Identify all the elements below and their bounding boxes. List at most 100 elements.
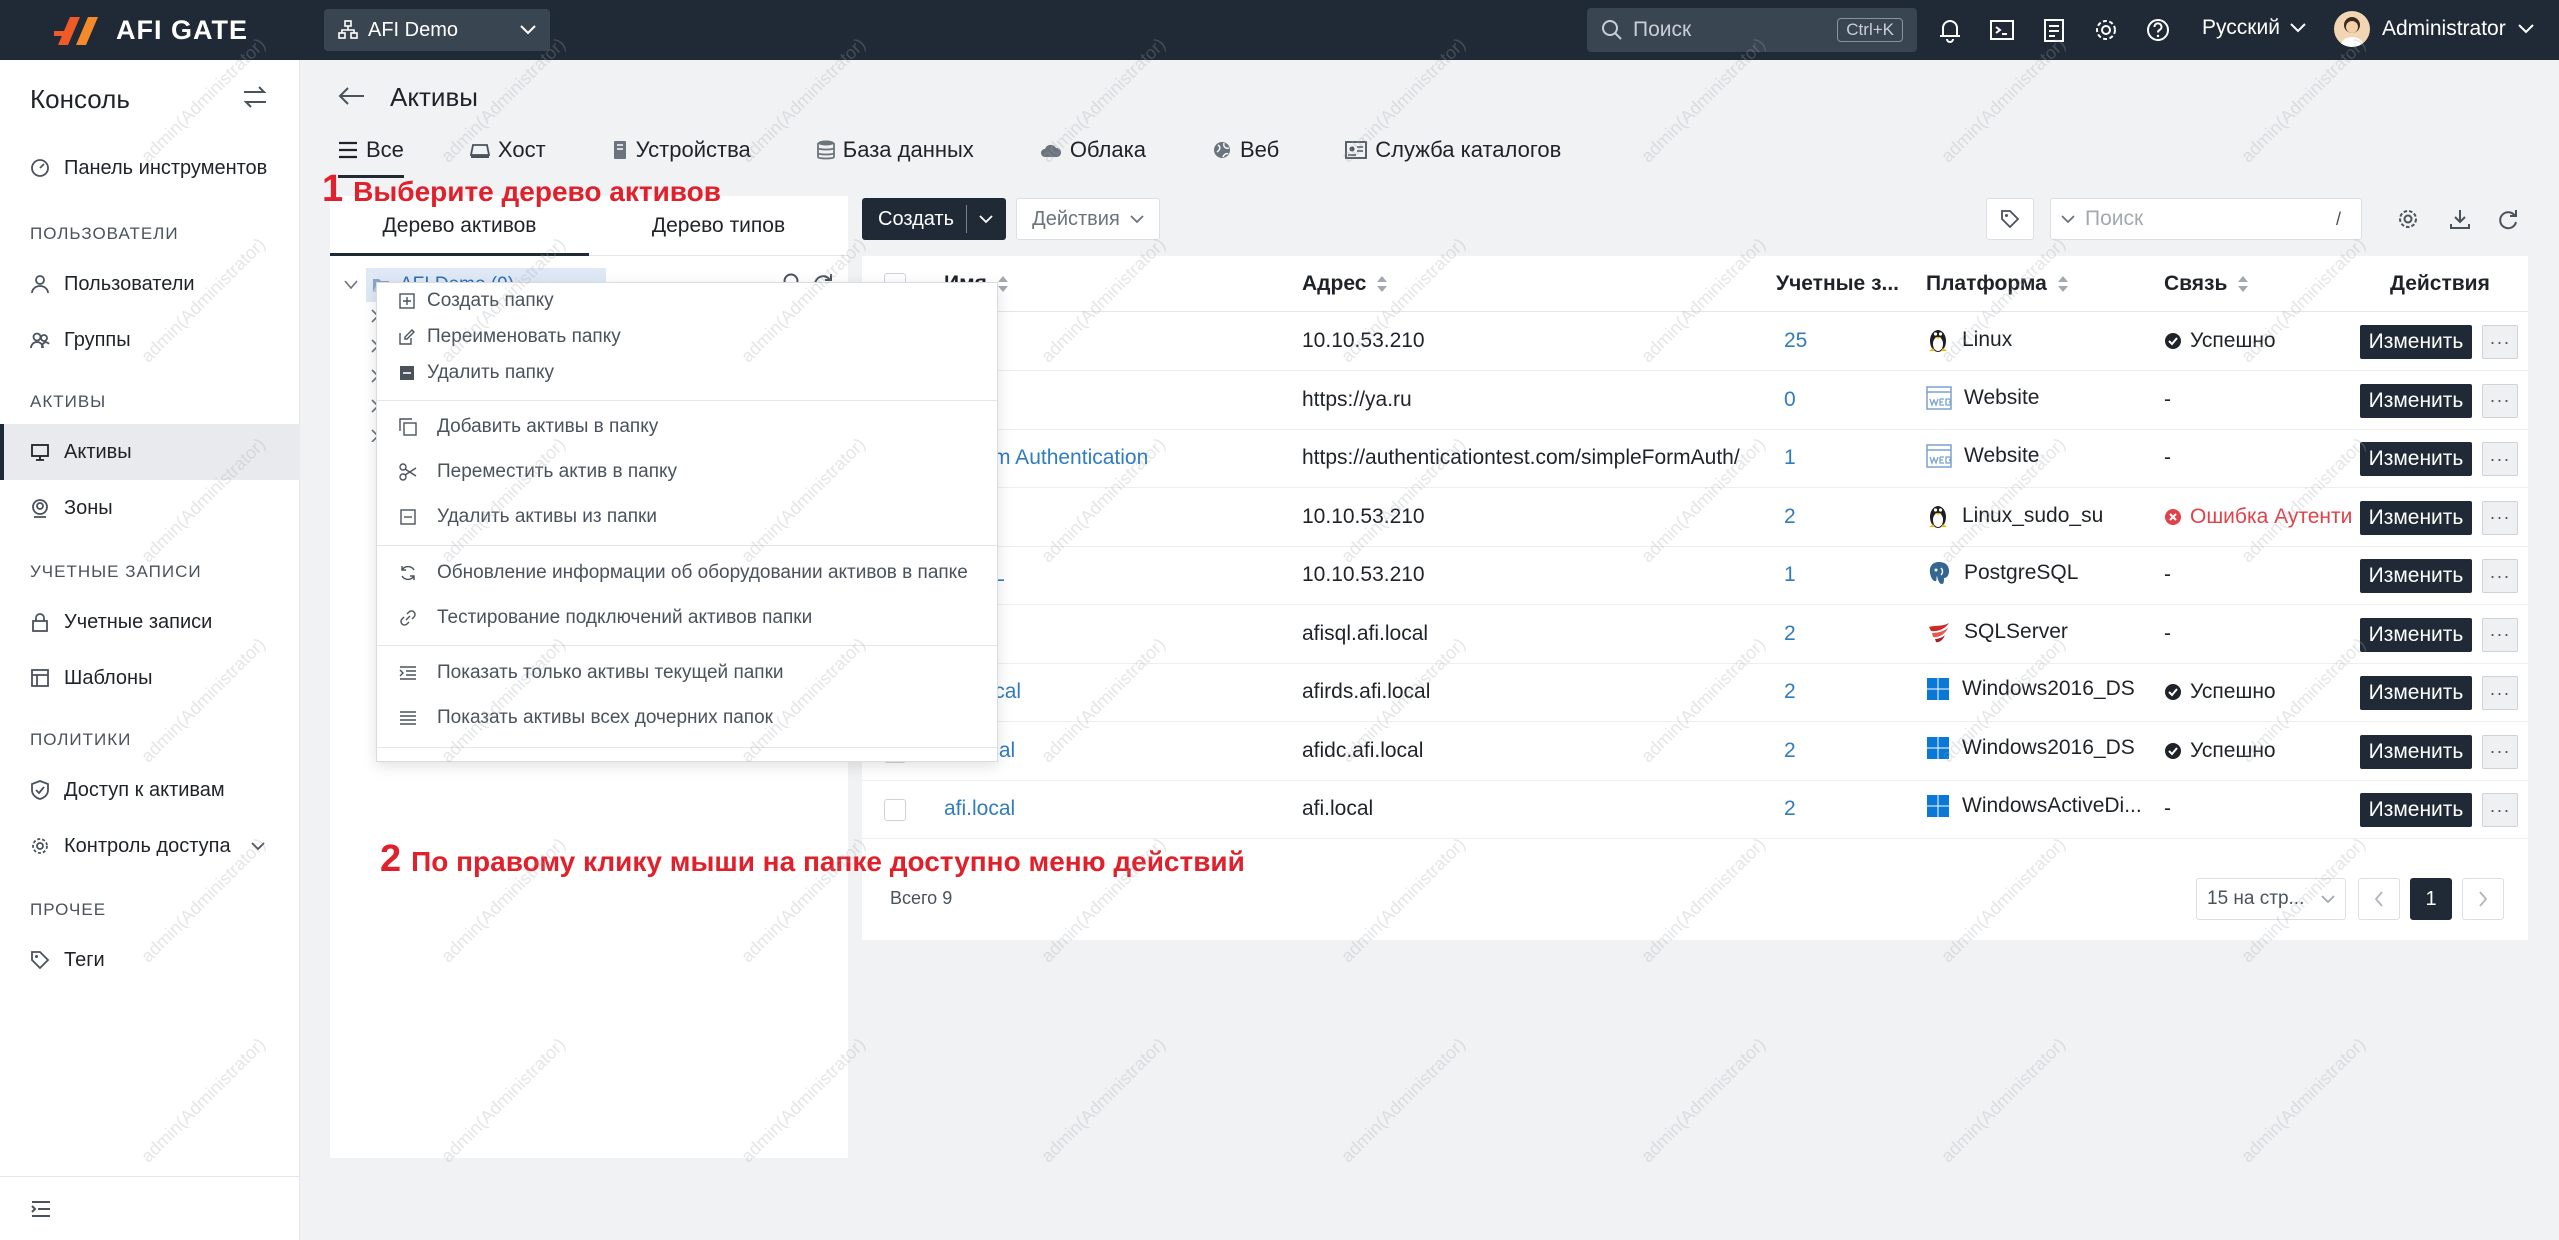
accounts-count-link[interactable]: 2: [1784, 622, 1796, 646]
edit-button[interactable]: Изменить: [2360, 617, 2472, 652]
more-actions-button[interactable]: ···: [2482, 734, 2518, 769]
user-menu[interactable]: Administrator: [2334, 11, 2534, 47]
tab-database[interactable]: База данных: [816, 128, 974, 172]
table-search-input[interactable]: Поиск /: [2050, 198, 2362, 240]
sidebar-item-accounts[interactable]: Учетные записи: [0, 594, 300, 650]
connectivity-cell: Успешно: [2164, 739, 2276, 763]
sidebar-item-users[interactable]: Пользователи: [0, 256, 300, 312]
more-actions-button[interactable]: ···: [2482, 676, 2518, 710]
accounts-count-link[interactable]: 1: [1784, 446, 1796, 470]
menu-item-refresh-hardware[interactable]: Обновление информации об оборудовании ак…: [377, 555, 997, 591]
edit-button[interactable]: Изменить: [2360, 500, 2472, 535]
global-search[interactable]: Поиск Ctrl+K: [1587, 8, 1917, 52]
accounts-count-link[interactable]: 2: [1784, 505, 1796, 529]
sidebar-item-access-control[interactable]: Контроль доступа: [0, 818, 300, 874]
next-page-button[interactable]: [2462, 878, 2504, 920]
download-icon[interactable]: [2448, 207, 2472, 231]
asset-name-link[interactable]: afi.local: [944, 797, 1015, 821]
column-header-connectivity[interactable]: Связь: [2164, 272, 2249, 296]
menu-item-remove-assets[interactable]: Удалить активы из папки: [377, 499, 997, 535]
tab-all[interactable]: Все: [338, 128, 404, 178]
org-selector[interactable]: AFI Demo: [324, 9, 550, 51]
menu-item-create-folder[interactable]: Создать папку: [377, 283, 997, 319]
page-size-select[interactable]: 15 на стр...: [2196, 878, 2346, 920]
accounts-count-link[interactable]: 2: [1784, 739, 1796, 763]
menu-item-label: Тестирование подключений активов папки: [437, 607, 813, 628]
table-row[interactable]: reSQL10.10.53.2101PostgreSQL-Изменить···: [862, 547, 2528, 605]
help-icon[interactable]: [2144, 16, 2172, 44]
table-row[interactable]: afi.localafidc.afi.local2Windows2016_DSУ…: [862, 723, 2528, 781]
accounts-count-link[interactable]: 2: [1784, 797, 1796, 821]
menu-item-add-assets[interactable]: Добавить активы в папку: [377, 409, 997, 445]
edit-button[interactable]: Изменить: [2360, 442, 2472, 476]
create-button[interactable]: Создать: [862, 198, 1006, 240]
accounts-count-link[interactable]: 25: [1784, 329, 1807, 353]
sidebar-item-templates[interactable]: Шаблоны: [0, 650, 300, 706]
row-checkbox[interactable]: [884, 799, 906, 821]
table-row[interactable]: bbit10.10.53.21025LinuxУспешноИзменить··…: [862, 313, 2528, 371]
collapse-menu-icon[interactable]: [30, 1199, 52, 1219]
table-row[interactable]: .afi.localafirds.afi.local2Windows2016_D…: [862, 664, 2528, 722]
menu-item-move-asset[interactable]: Переместить актив в папку: [377, 454, 997, 490]
page-button-current[interactable]: 1: [2410, 878, 2452, 920]
more-actions-button[interactable]: ···: [2482, 617, 2518, 652]
prev-page-button[interactable]: [2358, 878, 2400, 920]
language-selector[interactable]: Русский: [2202, 16, 2306, 40]
tab-cloud[interactable]: Облака: [1040, 128, 1146, 172]
edit-button[interactable]: Изменить: [2360, 676, 2472, 710]
app-logo[interactable]: AFI GATE: [54, 11, 248, 49]
tab-directory-service[interactable]: Служба каталогов: [1345, 128, 1561, 172]
edit-button[interactable]: Изменить: [2360, 734, 2472, 769]
table-row[interactable]: erverafisql.afi.local2SQLServer-Изменить…: [862, 606, 2528, 664]
linux-icon: [1926, 502, 1950, 530]
table-row[interactable]: t_su10.10.53.2102Linux_sudo_suОшибка Аут…: [862, 489, 2528, 547]
terminal-icon[interactable]: [1988, 16, 2016, 44]
table-row[interactable]: e Form Authentication https://authenticat…: [862, 430, 2528, 488]
tab-devices[interactable]: Устройства: [612, 128, 751, 172]
clipboard-icon[interactable]: [2040, 16, 2068, 44]
bell-icon[interactable]: [1936, 16, 1964, 44]
sidebar-item-dashboard[interactable]: Панель инструментов: [0, 140, 300, 196]
accounts-count-link[interactable]: 2: [1784, 680, 1796, 704]
column-header-address[interactable]: Адрес: [1302, 272, 1388, 296]
more-actions-button[interactable]: ···: [2482, 500, 2518, 535]
more-actions-button[interactable]: ···: [2482, 559, 2518, 593]
table-row[interactable]: https://ya.ru 0 Website - Изменить ···: [862, 372, 2528, 430]
more-actions-button[interactable]: ···: [2482, 325, 2518, 359]
settings-icon[interactable]: [2396, 207, 2420, 231]
accounts-count-link[interactable]: 1: [1784, 563, 1796, 587]
table-row[interactable]: afi.local afi.local 2 WindowsActiveDi... - Из…: [862, 781, 2528, 839]
actions-dropdown[interactable]: Действия: [1016, 198, 1160, 240]
refresh-icon[interactable]: [2496, 207, 2520, 231]
sidebar-item-asset-access[interactable]: Доступ к активам: [0, 762, 300, 818]
gear-icon[interactable]: [2092, 16, 2120, 44]
chevron-down-icon: [2061, 214, 2075, 223]
column-header-platform[interactable]: Платформа: [1926, 272, 2069, 296]
sidebar-item-groups[interactable]: Группы: [0, 312, 300, 368]
tag-filter-button[interactable]: [1986, 198, 2034, 240]
chevron-down-icon[interactable]: [979, 214, 993, 224]
menu-item-show-all-children[interactable]: Показать активы всех дочерних папок: [377, 700, 997, 736]
menu-item-test-connectivity[interactable]: Тестирование подключений активов папки: [377, 600, 997, 636]
edit-button[interactable]: Изменить: [2360, 793, 2472, 827]
accounts-count-link[interactable]: 0: [1784, 388, 1796, 412]
swap-icon[interactable]: [242, 86, 268, 108]
more-actions-button[interactable]: ···: [2482, 442, 2518, 476]
sidebar-item-assets[interactable]: Активы: [0, 424, 300, 480]
menu-item-delete-folder[interactable]: Удалить папку: [377, 355, 997, 391]
edit-button[interactable]: Изменить: [2360, 325, 2472, 359]
tab-web[interactable]: Веб: [1212, 128, 1279, 172]
more-actions-button[interactable]: ···: [2482, 793, 2518, 827]
menu-item-rename-folder[interactable]: Переименовать папку: [377, 319, 997, 355]
menu-item-show-current-folder[interactable]: Показать только активы текущей папки: [377, 655, 997, 691]
chevron-down-icon[interactable]: [344, 280, 358, 290]
sidebar-item-tags[interactable]: Теги: [0, 932, 300, 988]
tab-host[interactable]: Хост: [469, 128, 546, 172]
edit-button[interactable]: Изменить: [2360, 559, 2472, 593]
edit-button[interactable]: Изменить: [2360, 383, 2472, 418]
back-arrow-icon[interactable]: [338, 86, 366, 106]
annotation-number: 1: [322, 168, 344, 210]
sidebar-item-zones[interactable]: Зоны: [0, 480, 300, 536]
column-header-accounts[interactable]: Учетные з...: [1776, 272, 1899, 296]
more-actions-button[interactable]: ···: [2482, 383, 2518, 418]
